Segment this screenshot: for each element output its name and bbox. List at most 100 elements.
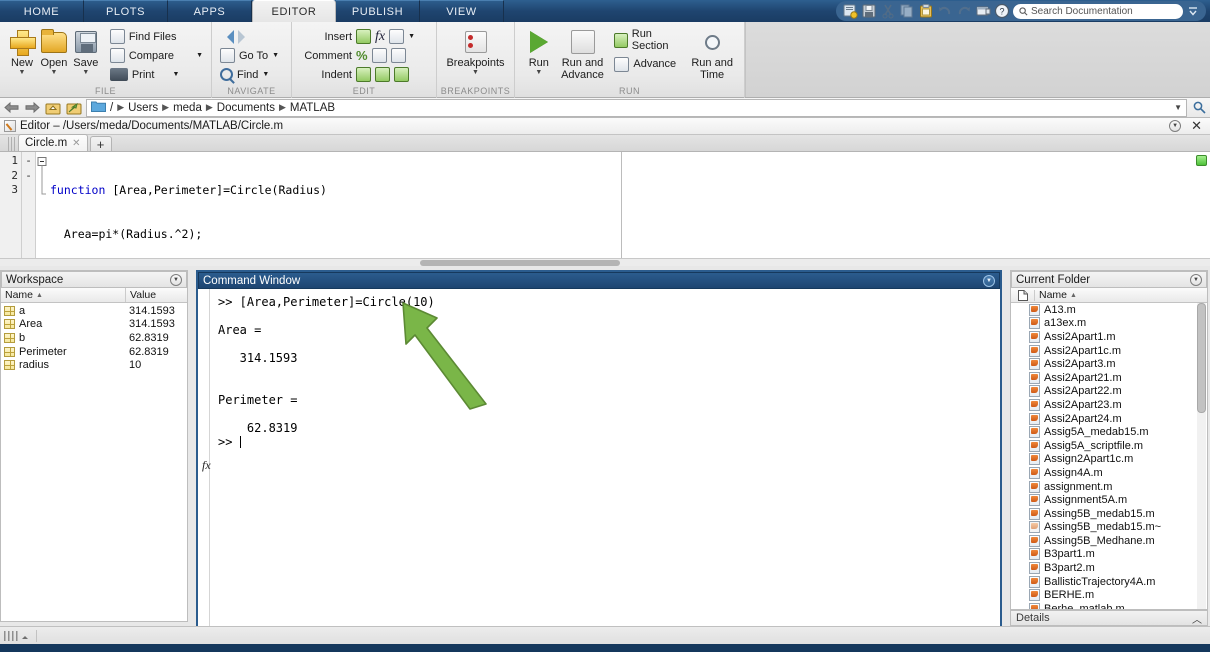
path-breadcrumb-field[interactable]: / ▶ Users ▶ meda ▶ Documents ▶ MATLAB ▼ (86, 98, 1187, 117)
run-section-button[interactable]: Run Section (612, 27, 686, 53)
comment-percent-icon[interactable]: % (356, 48, 368, 63)
close-icon[interactable]: ✕ (1191, 119, 1202, 132)
list-item[interactable]: Assig5A_medab15.m (1011, 425, 1207, 439)
browse-folder-icon[interactable] (65, 100, 83, 116)
new-button[interactable]: New ▼ (6, 25, 38, 77)
chevron-up-icon[interactable]: ︿ (1192, 611, 1202, 626)
indent-left-icon[interactable] (394, 67, 409, 82)
list-item[interactable]: Assi2Apart3.m (1011, 357, 1207, 371)
run-button[interactable]: Run ▼ (521, 25, 557, 77)
new-script-icon[interactable] (842, 3, 858, 19)
list-item[interactable]: Assi2Apart1c.m (1011, 344, 1207, 358)
back-arrow-icon[interactable] (2, 100, 20, 116)
chevron-down-icon[interactable]: ▼ (272, 52, 279, 59)
editor-source-code[interactable]: function [Area,Perimeter]=Circle(Radius)… (50, 152, 621, 284)
chevron-down-icon[interactable]: ▼ (82, 69, 89, 77)
list-item[interactable]: BERHE.m (1011, 588, 1207, 602)
wrap-comment-icon[interactable] (390, 48, 406, 63)
list-item[interactable]: B3part1.m (1011, 548, 1207, 562)
navigate-back-forward[interactable] (218, 27, 281, 46)
breadcrumb-root[interactable]: / (110, 102, 113, 114)
redo-icon[interactable] (956, 3, 972, 19)
table-row[interactable]: Area 314.1593 (1, 318, 187, 332)
print-button[interactable]: Print ▼ (108, 65, 205, 84)
current-folder-scrollbar[interactable] (1197, 303, 1206, 609)
compare-button[interactable]: Compare ▼ (108, 46, 205, 65)
insert-row[interactable]: Insert fx ▼ (298, 27, 430, 46)
ribbon-tab-view[interactable]: VIEW (420, 0, 504, 22)
back-arrow-icon[interactable] (220, 29, 234, 44)
run-and-advance-button[interactable]: Run and Advance (557, 25, 609, 81)
editor-breakpoint-gutter[interactable]: - - (22, 152, 36, 265)
list-item[interactable]: Assignment5A.m (1011, 493, 1207, 507)
save-button[interactable]: Save ▼ (70, 25, 102, 77)
table-row[interactable]: a 314.1593 (1, 304, 187, 318)
panel-drag-grip[interactable] (8, 137, 15, 151)
list-item[interactable]: a13ex.m (1011, 317, 1207, 331)
indent-right-icon[interactable] (375, 67, 390, 82)
workspace-column-value[interactable]: Value (126, 288, 187, 302)
new-editor-tab-button[interactable]: + (89, 136, 112, 152)
current-folder-file-list[interactable]: A13.m a13ex.m Assi2Apart1.m Assi2Apart1c… (1011, 303, 1207, 609)
chevron-down-icon[interactable]: ▼ (535, 69, 542, 77)
workspace-column-name[interactable]: Name ▲ (1, 288, 126, 302)
ribbon-tab-publish[interactable]: PUBLISH (336, 0, 420, 22)
list-item[interactable]: Assing5B_Medhane.m (1011, 534, 1207, 548)
list-item[interactable]: Assig5A_scriptfile.m (1011, 439, 1207, 453)
insert-function-icon[interactable]: fx (375, 29, 385, 45)
breadcrumb-users[interactable]: Users (128, 102, 158, 114)
list-item[interactable]: Berhe_matlab.m (1011, 602, 1207, 609)
breakpoints-button[interactable]: Breakpoints ▼ (446, 25, 505, 77)
insert-block-icon[interactable] (356, 29, 371, 44)
chevron-down-icon[interactable]: ▼ (19, 69, 26, 77)
details-pane-header[interactable]: Details ︿ (1010, 610, 1208, 626)
breadcrumb-matlab[interactable]: MATLAB (290, 102, 335, 114)
panel-options-icon[interactable]: ▼ (1190, 273, 1202, 286)
table-row[interactable]: b 62.8319 (1, 331, 187, 345)
chevron-down-icon[interactable]: ▼ (196, 52, 203, 59)
chevron-down-icon[interactable]: ▼ (172, 71, 179, 78)
up-folder-icon[interactable] (44, 100, 62, 116)
command-window-area[interactable]: fx >> [Area,Perimeter]=Circle(10) Area =… (198, 289, 1000, 641)
resize-grip-icon[interactable] (4, 630, 18, 641)
chevron-down-icon[interactable]: ▼ (408, 33, 415, 40)
ribbon-tab-plots[interactable]: PLOTS (84, 0, 168, 22)
ribbon-tab-apps[interactable]: APPS (168, 0, 252, 22)
panel-options-icon[interactable]: ▼ (1169, 120, 1182, 132)
indent-row[interactable]: Indent (298, 65, 430, 84)
list-item[interactable]: Assi2Apart24.m (1011, 412, 1207, 426)
cut-icon[interactable] (880, 3, 896, 19)
search-path-icon[interactable] (1190, 100, 1208, 116)
list-item[interactable]: Assi2Apart1.m (1011, 330, 1207, 344)
forward-arrow-icon[interactable] (23, 100, 41, 116)
insert-plot-icon[interactable] (389, 29, 405, 44)
list-item[interactable]: assignment.m (1011, 480, 1207, 494)
table-row[interactable]: radius 10 (1, 358, 187, 372)
list-item[interactable]: B3part2.m (1011, 561, 1207, 575)
uncomment-icon[interactable] (371, 48, 387, 63)
goto-button[interactable]: Go To ▼ (218, 46, 281, 65)
help-icon[interactable]: ? (994, 3, 1010, 19)
forward-arrow-icon[interactable] (238, 29, 252, 44)
switch-window-icon[interactable] (975, 3, 991, 19)
panel-options-icon[interactable]: ▼ (983, 274, 995, 287)
find-files-button[interactable]: Find Files (108, 27, 205, 46)
undo-icon[interactable] (937, 3, 953, 19)
breadcrumb-meda[interactable]: meda (173, 102, 202, 114)
list-item[interactable]: Assi2Apart22.m (1011, 385, 1207, 399)
current-folder-column-name[interactable]: Name ▲ (1035, 289, 1207, 301)
list-item[interactable]: A13.m (1011, 303, 1207, 317)
find-button[interactable]: Find ▼ (218, 65, 281, 84)
close-tab-icon[interactable]: ✕ (72, 138, 80, 149)
search-documentation-input[interactable]: Search Documentation (1013, 3, 1183, 19)
command-window-output[interactable]: >> [Area,Perimeter]=Circle(10) Area = 31… (210, 289, 1000, 641)
breadcrumb-documents[interactable]: Documents (217, 102, 275, 114)
editor-code-folding-gutter[interactable] (36, 152, 50, 265)
table-row[interactable]: Perimeter 62.8319 (1, 345, 187, 359)
save-icon[interactable] (861, 3, 877, 19)
smart-indent-icon[interactable] (356, 67, 371, 82)
advance-button[interactable]: Advance (612, 53, 686, 75)
list-item[interactable]: Assign4A.m (1011, 466, 1207, 480)
file-column-icon[interactable] (1011, 289, 1035, 301)
list-item[interactable]: Assi2Apart23.m (1011, 398, 1207, 412)
